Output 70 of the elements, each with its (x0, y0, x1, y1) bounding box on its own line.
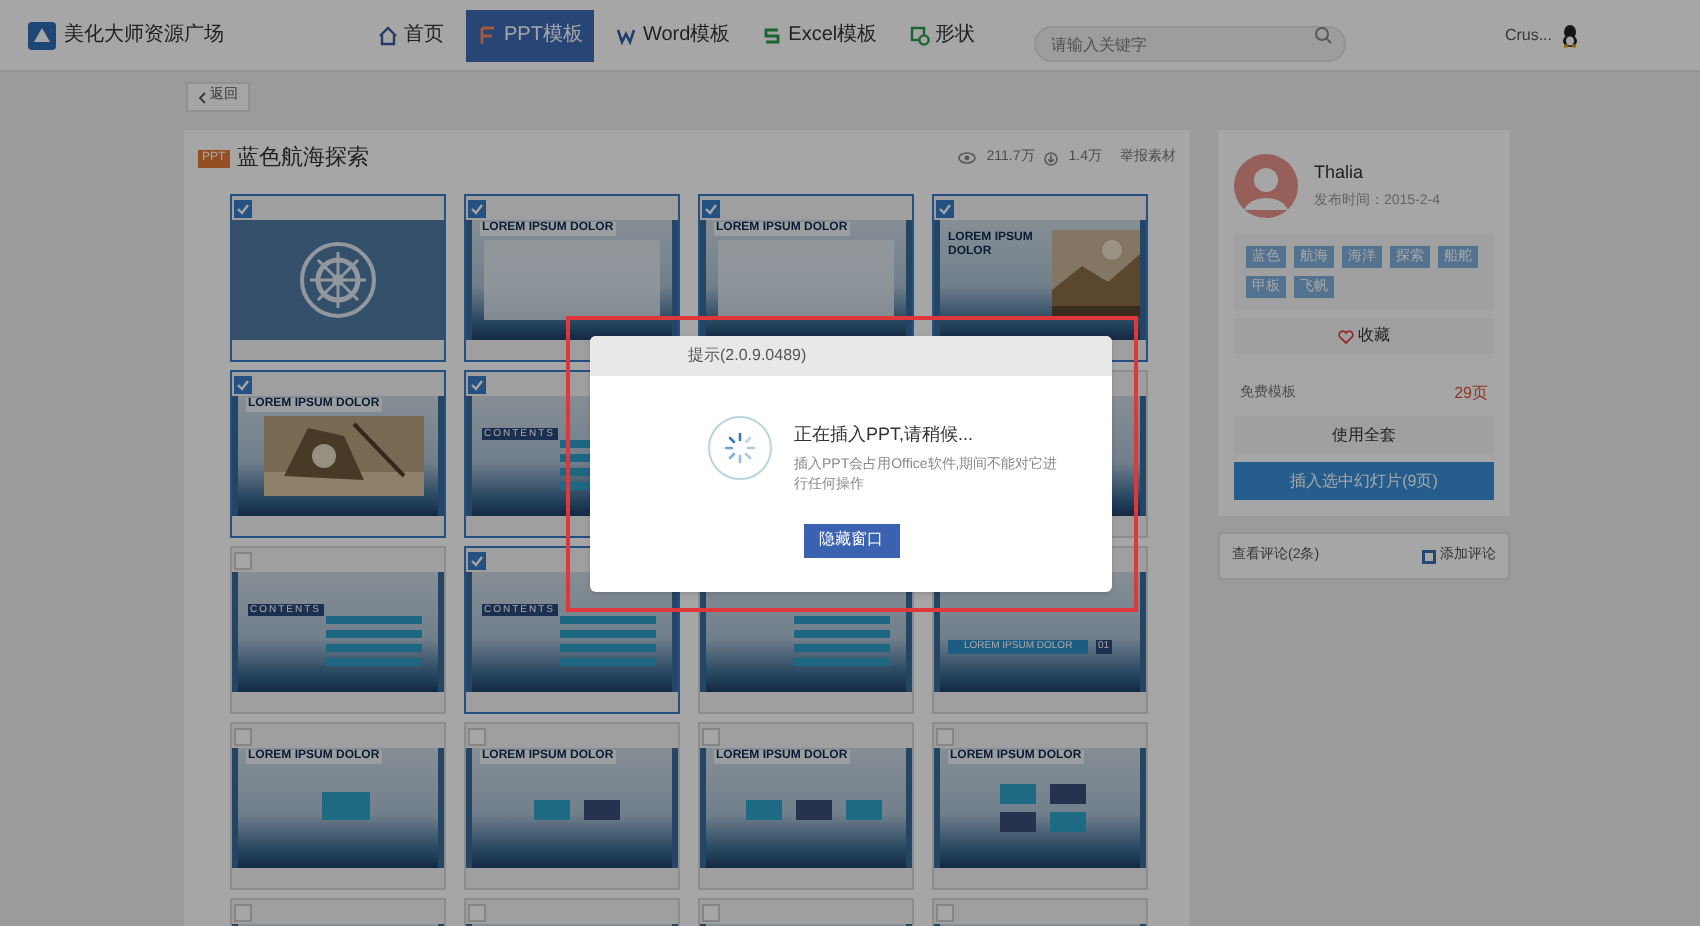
nav-tab[interactable]: 首页 (368, 9, 454, 61)
slide-shape (326, 644, 422, 652)
checkbox[interactable] (468, 199, 486, 217)
slide-shape (794, 616, 890, 624)
slide-shape (326, 616, 422, 624)
home-icon (378, 25, 398, 45)
page-count: 29页 (1454, 382, 1488, 406)
nav-tab[interactable]: PPT模板 (466, 9, 595, 61)
checkbox[interactable] (936, 199, 954, 217)
slide-shape (1000, 812, 1036, 832)
document-icon (616, 25, 637, 45)
ship-wheel-icon (298, 240, 378, 320)
loading-message: 正在插入PPT,请稍候... (794, 422, 976, 448)
nav-tab[interactable]: 形状 (899, 9, 986, 61)
slide-shape (534, 800, 570, 820)
slide-shape (560, 644, 656, 652)
site-title: 美化大师资源广场 (64, 21, 224, 50)
document-icon (762, 25, 783, 45)
slide-shape (1050, 784, 1086, 804)
checkbox[interactable] (234, 375, 252, 393)
comment-icon (1422, 549, 1436, 563)
search-icon[interactable] (1313, 26, 1332, 44)
checkbox[interactable] (702, 727, 720, 745)
slide-shape (326, 658, 422, 666)
slide-shape (794, 658, 890, 666)
slide-shape (1000, 784, 1036, 804)
checkbox[interactable] (936, 727, 954, 745)
checkbox[interactable] (702, 199, 720, 217)
nav-tab[interactable]: Excel模板 (752, 9, 888, 61)
slide-shape (796, 800, 832, 820)
hide-window-button[interactable]: 隐藏窗口 (803, 523, 899, 557)
eye-icon (958, 152, 977, 164)
nav-tab[interactable]: Word模板 (606, 9, 741, 61)
download-icon (1044, 151, 1059, 165)
document-icon (478, 25, 498, 45)
shapes-icon (909, 25, 930, 45)
slide-shape (560, 616, 656, 624)
slide-shape (560, 630, 656, 638)
slide-shape (846, 800, 882, 820)
user-icon[interactable] (1560, 23, 1580, 47)
slide-shape (326, 630, 422, 638)
slide-shape (1050, 812, 1086, 832)
checkbox[interactable] (234, 903, 252, 921)
user-name[interactable]: Crus... (1504, 23, 1552, 47)
slide-shape (560, 658, 656, 666)
search-field[interactable]: 请输入关键字 (1033, 26, 1346, 62)
checkbox[interactable] (468, 375, 486, 393)
checkbox[interactable] (468, 551, 486, 569)
favorite-button[interactable]: 收藏 (1234, 318, 1494, 354)
use-all-button[interactable]: 使用全套 (1234, 416, 1494, 454)
checkbox[interactable] (702, 903, 720, 921)
heart-icon (1338, 329, 1354, 343)
slide-shape (746, 800, 782, 820)
checkbox[interactable] (468, 903, 486, 921)
insert-selected-button[interactable]: 插入选中幻灯片(9页) (1234, 462, 1494, 500)
logo-icon (28, 21, 56, 49)
author-name[interactable]: Thalia (1314, 159, 1441, 186)
slide-shape (794, 644, 890, 652)
chevron-left-icon (198, 91, 206, 103)
slide-shape (794, 630, 890, 638)
loading-spinner-icon (706, 414, 774, 482)
slide-shape (584, 800, 620, 820)
slide-shape (322, 792, 370, 820)
checkbox[interactable] (234, 199, 252, 217)
template-title: 蓝色航海探索 (237, 143, 370, 174)
checkbox[interactable] (234, 727, 252, 745)
avatar (1234, 154, 1298, 218)
checkbox[interactable] (234, 551, 252, 569)
checkbox[interactable] (936, 903, 954, 921)
checkbox[interactable] (468, 727, 486, 745)
